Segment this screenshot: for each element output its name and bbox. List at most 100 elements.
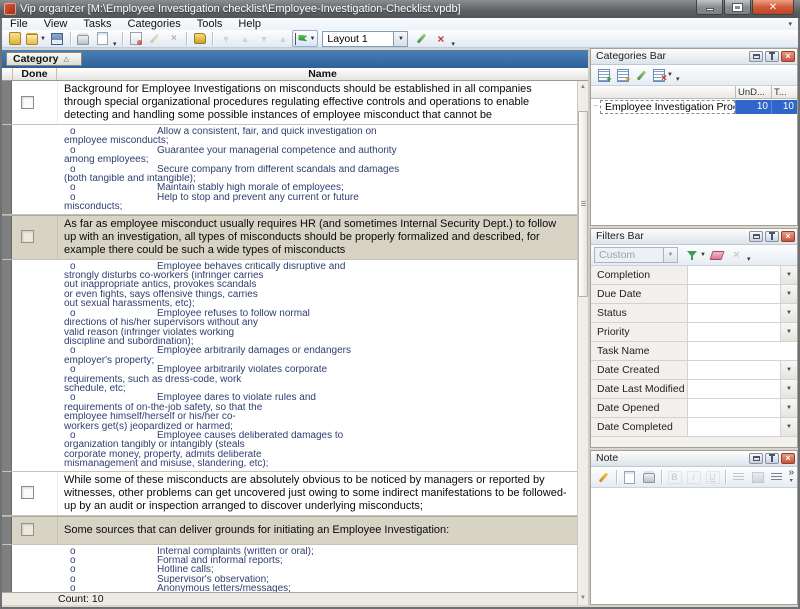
panel-restore-button[interactable] bbox=[749, 51, 763, 62]
open-database-icon[interactable]: ▼ bbox=[24, 30, 48, 47]
task-note-row[interactable]: oEmployee behaves critically disruptive … bbox=[2, 260, 577, 472]
expand-all-icon[interactable]: ▼ bbox=[254, 30, 273, 47]
task-row[interactable]: Some sources that can deliver grounds fo… bbox=[2, 516, 577, 545]
italic-icon[interactable]: I bbox=[684, 469, 703, 486]
layouts-icon[interactable]: ▼ bbox=[292, 30, 318, 47]
filter-dropdown-button[interactable]: ▼ bbox=[780, 361, 797, 379]
filter-preset-combo[interactable]: Custom bbox=[594, 247, 664, 263]
print-icon[interactable] bbox=[74, 30, 93, 47]
add-category-icon[interactable] bbox=[594, 67, 613, 84]
edit-category-icon[interactable] bbox=[632, 67, 651, 84]
edit-task-icon[interactable] bbox=[145, 30, 164, 47]
bullet-list-icon[interactable] bbox=[767, 469, 786, 486]
menu-tasks[interactable]: Tasks bbox=[75, 18, 119, 30]
layout-combo-dropdown-icon[interactable]: ▼ bbox=[394, 31, 408, 47]
panel-pin-button[interactable] bbox=[765, 231, 779, 242]
note-editor[interactable] bbox=[591, 489, 797, 604]
scroll-down-icon[interactable]: ▼ bbox=[578, 592, 588, 604]
name-column-header[interactable]: Name bbox=[57, 68, 588, 80]
filter-value-cell[interactable] bbox=[688, 418, 780, 436]
clear-filter-icon[interactable] bbox=[708, 247, 727, 264]
task-checkbox[interactable] bbox=[21, 230, 34, 243]
panel-pin-button[interactable] bbox=[765, 51, 779, 62]
filter-value-cell[interactable] bbox=[688, 342, 797, 360]
panel-restore-button[interactable] bbox=[749, 453, 763, 464]
toolbar-overflow-icon[interactable]: ▾ bbox=[451, 34, 455, 48]
print-preview-icon[interactable] bbox=[93, 30, 112, 47]
task-checkbox[interactable] bbox=[21, 96, 34, 109]
category-row[interactable]: ─Employee Investigation Procedures1010 bbox=[591, 99, 797, 114]
task-row[interactable]: While some of these misconducts are abso… bbox=[2, 472, 577, 516]
delete-category-icon[interactable]: ▼ bbox=[651, 67, 675, 84]
filter-dropdown-button[interactable]: ▼ bbox=[780, 304, 797, 322]
undone-column-header[interactable]: UnD... bbox=[735, 86, 771, 98]
bold-icon[interactable]: B bbox=[665, 469, 684, 486]
total-column-header[interactable]: T... bbox=[771, 86, 797, 98]
collapse-all-icon[interactable]: ▲ bbox=[273, 30, 292, 47]
filter-value-cell[interactable] bbox=[688, 285, 780, 303]
task-row[interactable]: Background for Employee Investigations o… bbox=[2, 81, 577, 125]
move-down-icon[interactable]: ▼ bbox=[216, 30, 235, 47]
category-label-cell[interactable]: Employee Investigation Procedures bbox=[600, 100, 735, 114]
panel-close-button[interactable]: × bbox=[781, 453, 795, 464]
toolbar-overflow-icon[interactable]: ▾ bbox=[676, 69, 680, 83]
task-checkbox[interactable] bbox=[21, 486, 34, 499]
filter-dropdown-button[interactable]: ▼ bbox=[780, 399, 797, 417]
align-icon[interactable] bbox=[729, 469, 748, 486]
note-toolbar-more-icon[interactable]: »▾ bbox=[788, 469, 794, 485]
print-note-icon[interactable] bbox=[639, 469, 658, 486]
menu-overflow-icon[interactable]: ▾ bbox=[788, 20, 792, 28]
menu-view[interactable]: View bbox=[36, 18, 76, 30]
image-icon[interactable] bbox=[748, 469, 767, 486]
new-task-icon[interactable] bbox=[126, 30, 145, 47]
layout-combo[interactable]: Layout 1 bbox=[322, 31, 394, 47]
toolbar-overflow-icon[interactable]: ▾ bbox=[747, 249, 751, 263]
panel-pin-button[interactable] bbox=[765, 453, 779, 464]
toolbar-overflow-icon[interactable]: ▾ bbox=[113, 34, 117, 48]
filter-dropdown-button[interactable]: ▼ bbox=[780, 418, 797, 436]
delete-layout-icon[interactable]: × bbox=[431, 30, 450, 47]
panel-restore-button[interactable] bbox=[749, 231, 763, 242]
new-database-icon[interactable] bbox=[5, 30, 24, 47]
underline-icon[interactable]: U bbox=[703, 469, 722, 486]
save-database-icon[interactable] bbox=[48, 30, 67, 47]
edit-note-icon[interactable] bbox=[594, 469, 613, 486]
scrollbar-thumb[interactable] bbox=[578, 111, 588, 297]
filter-value-cell[interactable] bbox=[688, 304, 780, 322]
filter-dropdown-button[interactable]: ▼ bbox=[780, 323, 797, 341]
done-column-header[interactable]: Done bbox=[13, 68, 57, 80]
menu-help[interactable]: Help bbox=[230, 18, 269, 30]
add-subcategory-icon[interactable] bbox=[613, 67, 632, 84]
maximize-button[interactable] bbox=[724, 0, 751, 15]
filter-dropdown-button[interactable]: ▼ bbox=[780, 266, 797, 284]
category-group-button[interactable]: Category △ bbox=[6, 52, 82, 66]
apply-filter-icon[interactable]: ▼ bbox=[684, 247, 708, 264]
filter-preset-dropdown-icon[interactable]: ▼ bbox=[664, 247, 678, 263]
rename-layout-icon[interactable] bbox=[412, 30, 431, 47]
filter-value-cell[interactable] bbox=[688, 399, 780, 417]
tree-node-icon[interactable]: ─ bbox=[591, 103, 600, 110]
scroll-up-icon[interactable]: ▲ bbox=[578, 81, 588, 93]
vertical-scrollbar[interactable]: ▲ ▼ bbox=[577, 81, 588, 605]
panel-close-button[interactable]: × bbox=[781, 51, 795, 62]
task-checkbox[interactable] bbox=[21, 523, 34, 536]
task-note-row[interactable]: oAllow a consistent, fair, and quick inv… bbox=[2, 125, 577, 215]
filter-dropdown-button[interactable]: ▼ bbox=[780, 285, 797, 303]
close-button[interactable]: ✕ bbox=[752, 0, 794, 15]
minimize-button[interactable] bbox=[696, 0, 723, 15]
delete-task-icon[interactable] bbox=[164, 30, 183, 47]
task-row[interactable]: As far as employee misconduct usually re… bbox=[2, 215, 577, 260]
menu-tools[interactable]: Tools bbox=[189, 18, 231, 30]
delete-filter-icon[interactable]: × bbox=[727, 247, 746, 264]
filter-value-cell[interactable] bbox=[688, 380, 780, 398]
filter-value-cell[interactable] bbox=[688, 323, 780, 341]
panel-close-button[interactable]: × bbox=[781, 231, 795, 242]
share-tasks-icon[interactable] bbox=[190, 30, 209, 47]
filter-dropdown-button[interactable]: ▼ bbox=[780, 380, 797, 398]
filter-value-cell[interactable] bbox=[688, 361, 780, 379]
menu-file[interactable]: File bbox=[2, 18, 36, 30]
menu-categories[interactable]: Categories bbox=[120, 18, 189, 30]
attach-icon[interactable] bbox=[620, 469, 639, 486]
filter-value-cell[interactable] bbox=[688, 266, 780, 284]
move-up-icon[interactable]: ▲ bbox=[235, 30, 254, 47]
